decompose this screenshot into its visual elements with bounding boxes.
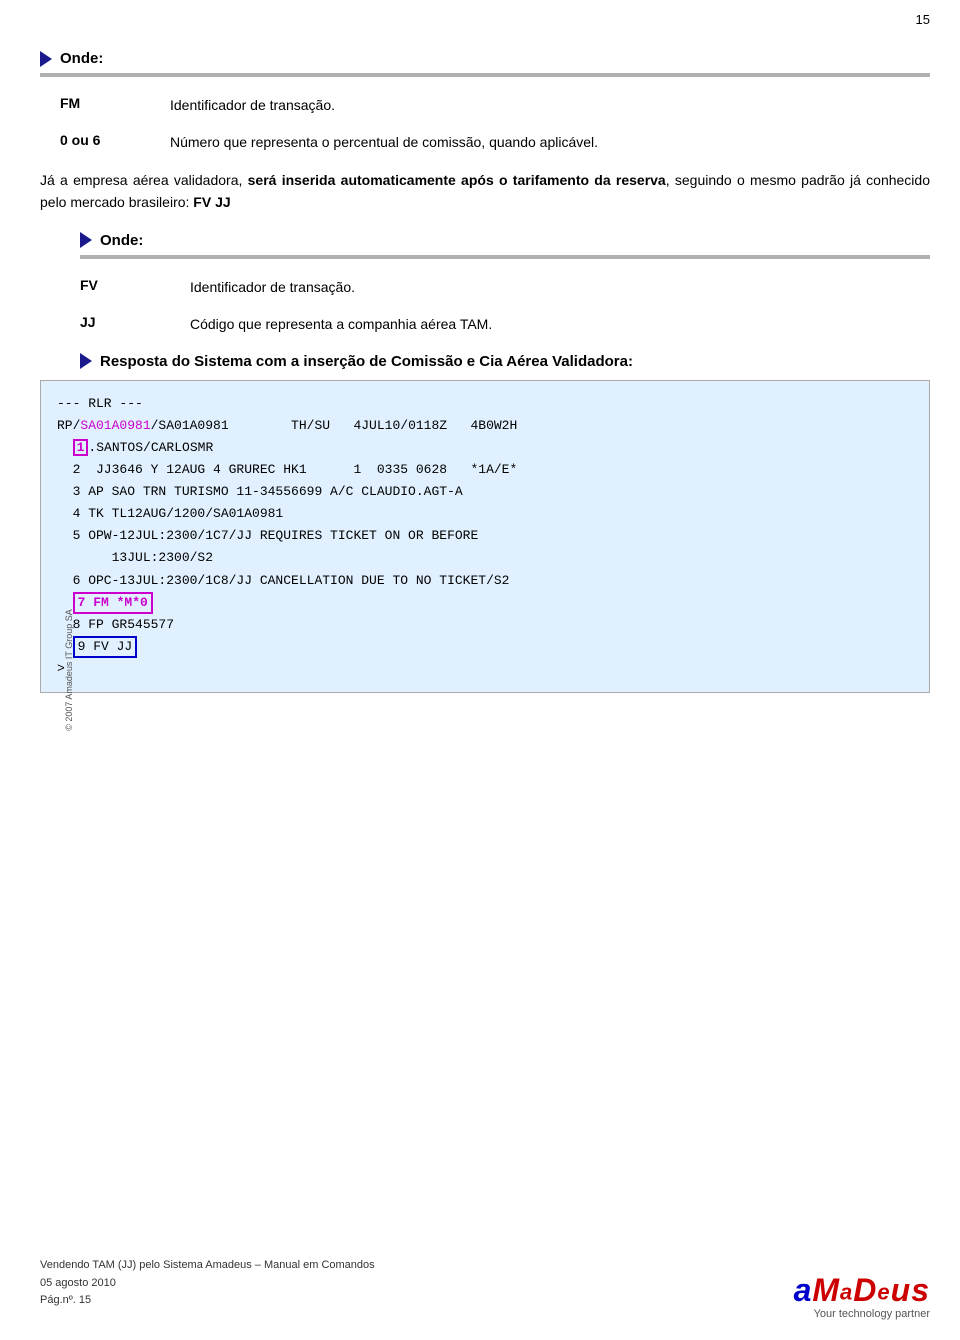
paragraph1: Já a empresa aérea validadora, será inse… — [40, 169, 930, 214]
amadeus-logo-rest: MaDeus — [812, 1272, 930, 1308]
bullet-triangle-2 — [80, 232, 92, 248]
footer: Vendendo TAM (JJ) pelo Sistema Amadeus –… — [40, 1257, 375, 1310]
definition-fm: FM Identificador de transação. — [40, 95, 930, 116]
section2-header: Onde: — [40, 232, 930, 249]
section1-title: Onde: — [60, 50, 103, 67]
terminal-line-11: 8 FP GR545577 — [57, 614, 913, 636]
para1-bold2: FV JJ — [193, 194, 230, 210]
desc-jj: Código que representa a companhia aérea … — [190, 314, 930, 335]
terminal-line-10: 7 FM *M*0 — [57, 592, 913, 614]
definition-fv: FV Identificador de transação. — [40, 277, 930, 298]
bullet-triangle-1 — [40, 51, 52, 67]
term-fv: FV — [60, 277, 190, 293]
amadeus-logo-a: a — [794, 1272, 813, 1308]
desc-fm: Identificador de transação. — [170, 95, 930, 116]
terminal-line-9: 6 OPC-13JUL:2300/1C8/JJ CANCELLATION DUE… — [57, 570, 913, 592]
terminal-line-3: 1.SANTOS/CARLOSMR — [57, 437, 913, 459]
term-fm: FM — [40, 95, 170, 111]
section1-divider — [40, 73, 930, 77]
copyright-label: © 2007 Amadeus IT Group SA — [64, 609, 74, 731]
terminal-line-7: 5 OPW-12JUL:2300/1C7/JJ REQUIRES TICKET … — [57, 525, 913, 547]
term-jj: JJ — [60, 314, 190, 330]
section2-divider — [80, 255, 930, 259]
terminal-line-12: 9 FV JJ — [57, 636, 913, 658]
terminal-output: --- RLR --- RP/SA01A0981/SA01A0981 TH/SU… — [40, 380, 930, 693]
terminal-line-4: 2 JJ3646 Y 12AUG 4 GRUREC HK1 1 0335 062… — [57, 459, 913, 481]
terminal-line-6: 4 TK TL12AUG/1200/SA01A0981 — [57, 503, 913, 525]
terminal-prompt: > — [57, 658, 913, 680]
amadeus-tagline: Your technology partner — [794, 1308, 930, 1320]
page-number: 15 — [916, 12, 930, 27]
amadeus-logo-area: aMaDeus Your technology partner — [794, 1274, 930, 1320]
terminal-line-1: --- RLR --- — [57, 393, 913, 415]
desc-fv: Identificador de transação. — [190, 277, 930, 298]
footer-line2: 05 agosto 2010 — [40, 1275, 375, 1293]
section3-header: Resposta do Sistema com a inserção de Co… — [40, 353, 930, 370]
section2-title: Onde: — [100, 232, 143, 249]
footer-line1: Vendendo TAM (JJ) pelo Sistema Amadeus –… — [40, 1257, 375, 1275]
desc-0ou6: Número que representa o percentual de co… — [170, 132, 930, 153]
bullet-triangle-3 — [80, 353, 92, 369]
amadeus-logo: aMaDeus — [794, 1274, 930, 1306]
para1-text1: Já a empresa aérea validadora, — [40, 172, 248, 188]
terminal-line-5: 3 AP SAO TRN TURISMO 11-34556699 A/C CLA… — [57, 481, 913, 503]
term-0ou6: 0 ou 6 — [40, 132, 170, 148]
section3-title: Resposta do Sistema com a inserção de Co… — [100, 353, 633, 370]
terminal-line-8: 13JUL:2300/S2 — [57, 547, 913, 569]
definition-jj: JJ Código que representa a companhia aér… — [40, 314, 930, 335]
para1-bold1: será inserida automaticamente após o tar… — [248, 172, 666, 188]
terminal-line-2: RP/SA01A0981/SA01A0981 TH/SU 4JUL10/0118… — [57, 415, 913, 437]
section1-header: Onde: — [40, 50, 930, 67]
footer-line3: Pág.nº. 15 — [40, 1292, 375, 1310]
definition-0ou6: 0 ou 6 Número que representa o percentua… — [40, 132, 930, 153]
